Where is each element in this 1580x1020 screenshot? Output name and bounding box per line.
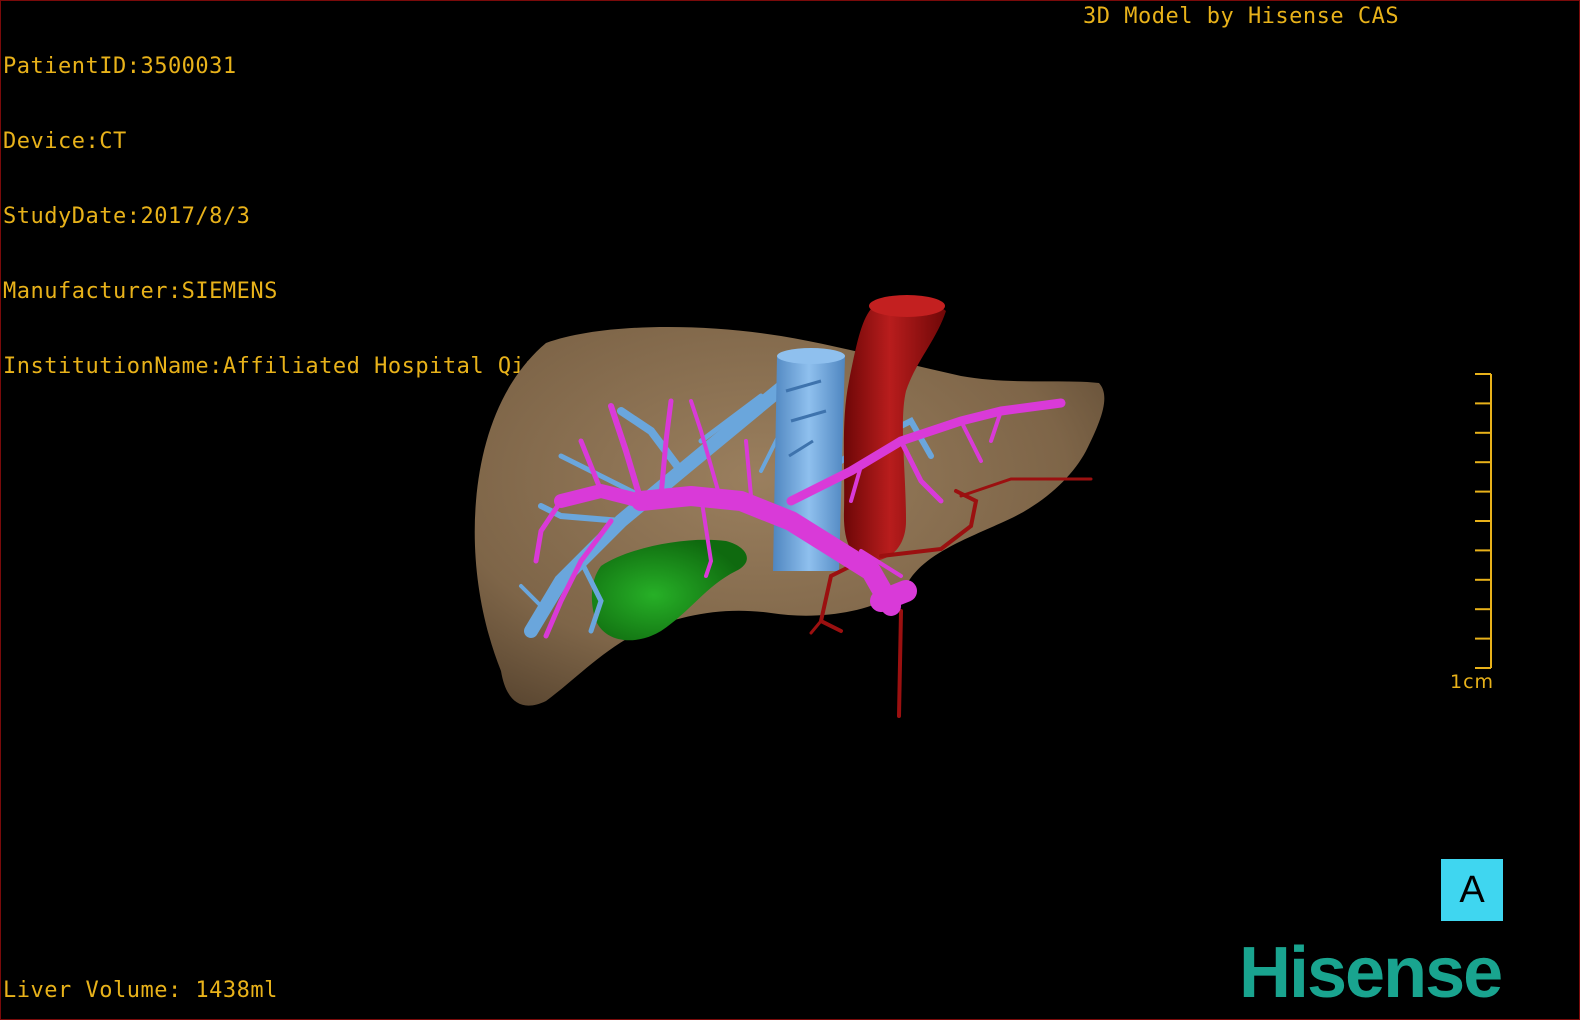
scale-bar-label: 1cm [1450, 671, 1495, 693]
scale-bar [1475, 373, 1492, 669]
liver-3d-model[interactable] [1, 1, 1579, 1019]
orientation-marker[interactable]: A [1441, 859, 1503, 921]
3d-viewport[interactable]: PatientID:3500031 Device:CT StudyDate:20… [0, 0, 1580, 1020]
aorta-top [869, 295, 945, 317]
hisense-logo: Hisense [1239, 933, 1503, 1013]
liver-volume-text: Liver Volume: 1438ml [3, 978, 278, 1003]
ivc-top [777, 348, 845, 364]
